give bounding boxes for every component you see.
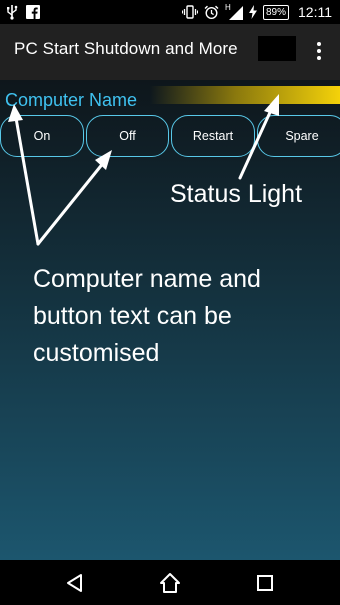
navigation-bar: [0, 560, 340, 605]
status-light-annotation: Status Light: [170, 180, 303, 208]
main-content: Computer Name On Off Restart Spare Statu…: [0, 80, 340, 560]
arrow-to-status-light: [238, 106, 274, 180]
arrow-to-computer-name: [14, 116, 40, 246]
recent-apps-icon[interactable]: [253, 571, 277, 595]
usb-icon: [7, 5, 18, 20]
overflow-menu-icon[interactable]: [314, 40, 324, 62]
customise-annotation: Computer name and button text can be cus…: [33, 265, 261, 367]
home-icon[interactable]: [158, 571, 182, 595]
back-icon[interactable]: [63, 571, 87, 595]
battery-percent: 89%: [265, 6, 286, 18]
alarm-icon: [204, 5, 219, 19]
arrow-to-off-button: [36, 160, 106, 246]
charging-icon: [248, 5, 257, 19]
redaction-box: [258, 36, 296, 61]
app-toolbar: PC Start Shutdown and More: [0, 24, 340, 80]
app-title: PC Start Shutdown and More: [14, 39, 238, 58]
vibrate-icon: [181, 5, 198, 19]
facebook-icon: [26, 5, 40, 19]
signal-icon: [228, 5, 243, 20]
status-bar: H 89% 12:11: [0, 0, 340, 24]
clock: 12:11: [298, 4, 332, 20]
battery-indicator: 89%: [262, 4, 289, 20]
